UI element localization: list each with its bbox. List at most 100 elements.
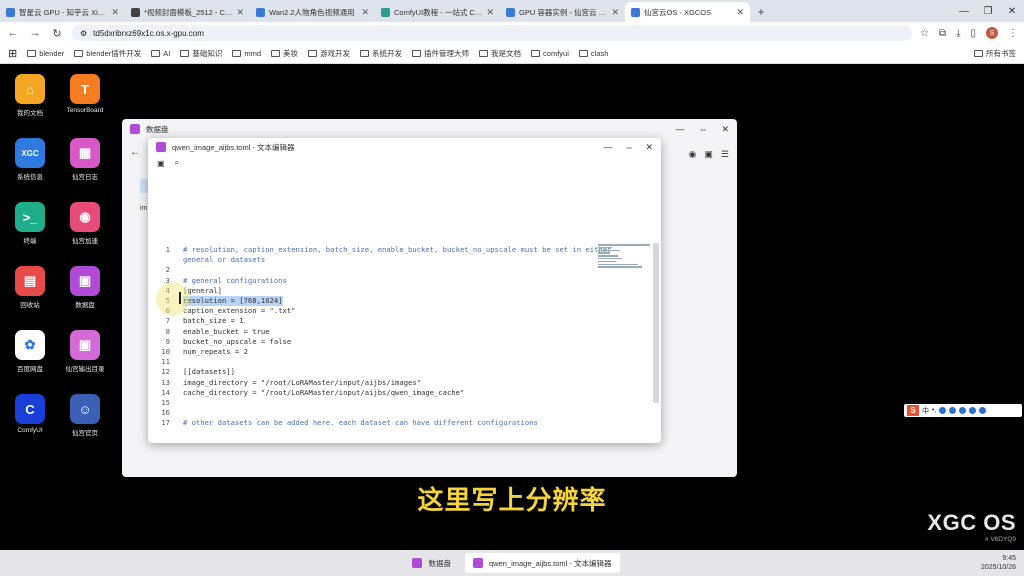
file-icon [156,142,166,152]
reload-icon[interactable]: ↻ [50,27,64,40]
restore-icon[interactable]: ⇔ [698,124,707,135]
minimize-icon[interactable]: — [675,124,684,135]
desktop-icon[interactable]: ▣ 仙宫输出目录 [57,330,113,373]
code-editor[interactable]: 1 # resolution, caption_extension, batch_… [148,178,661,443]
desktop-icon[interactable]: ▦ 仙宫日志 [57,138,113,181]
minimize-icon[interactable]: — [603,142,612,153]
bookmark-folder[interactable]: 我是文档 [479,48,521,59]
desktop-icon[interactable]: ▤ 回收站 [2,266,58,309]
bookmark-folder[interactable]: 插件管理大师 [412,48,469,59]
bookmark-folder[interactable]: 美妆 [271,48,298,59]
ime-skin-icon[interactable] [969,407,977,414]
desktop-icon[interactable]: XGC 系统信息 [2,138,58,181]
code-line[interactable]: 14 cache_directory = "/root/LoRAMaster/in… [148,388,464,398]
camera-icon[interactable]: ◉ [689,149,697,160]
desktop-icon[interactable]: T TensorBoard [57,74,113,114]
code-line[interactable]: 15 [148,398,183,408]
taskbar-item[interactable]: qwen_image_aijbs.toml - 文本编辑器 [464,553,620,573]
browser-tab[interactable]: 智星云 GPU - 知乎云 Xiangong ✕ [0,2,125,22]
apps-icon[interactable]: ⊞ [8,47,17,60]
new-tab-button[interactable]: + [750,2,772,22]
ime-mode[interactable]: 中 [922,406,929,416]
tab-close-icon[interactable]: ✕ [486,7,494,18]
desktop-icon[interactable]: ◉ 仙宫加速 [57,202,113,245]
back-icon[interactable]: ← [6,27,20,39]
restore-icon[interactable]: ⇔ [624,142,633,153]
site-info-icon[interactable]: ⚙ [80,29,87,38]
code-line[interactable]: 10 num_repeats = 2 [148,347,248,357]
bookmark-star-icon[interactable]: ☆ [920,28,929,39]
tab-close-icon[interactable]: ✕ [111,7,119,18]
ime-emoji-icon[interactable] [939,407,947,414]
url-field[interactable]: ⚙ td5dxribrxz69x1c.os.x-gpu.com [72,25,912,41]
taskbar-item[interactable]: 数据盘 [404,553,459,573]
bookmark-folder[interactable]: 游戏开发 [308,48,350,59]
sidebar-selection[interactable] [140,179,148,193]
back-icon[interactable]: ← [130,147,140,158]
code-line[interactable]: 16 [148,408,183,418]
code-line[interactable]: 12 [[datasets]] [148,367,235,377]
browser-tab[interactable]: GPU 容器实例 - 仙宫云 Xiang ✕ [500,2,625,22]
tab-close-icon[interactable]: ✕ [236,7,244,18]
code-line[interactable]: 1 # resolution, caption_extension, batch_… [148,245,612,255]
desktop-icon[interactable]: ✿ 百度网盘 [2,330,58,373]
bookmark-label: 系统开发 [372,49,403,58]
sidebar-icon[interactable]: ▯ [970,28,976,39]
desktop-icon[interactable]: ⌂ 我的文档 [2,74,58,117]
code-line[interactable]: 7 batch_size = 1 [148,316,244,326]
bookmark-folder[interactable]: AI [151,49,170,58]
image-icon[interactable]: ▣ [704,149,713,160]
system-clock[interactable]: 9:45 2025/10/26 [981,554,1016,572]
minimap[interactable] [598,244,656,268]
bookmark-folder[interactable]: mmd [232,49,261,58]
close-icon[interactable]: ✕ [1000,0,1024,22]
code-line[interactable]: 8 enable_bucket = true [148,327,270,337]
search-icon[interactable]: ⌕ [175,158,179,168]
browser-tab[interactable]: *视频封面模板_2512 - Comfy ✕ [125,2,250,22]
download-icon[interactable]: ⤓ [956,28,960,39]
profile-avatar[interactable]: S [986,27,998,39]
browser-tab[interactable]: ComfyUI教程 - 一站式 Com ✕ [375,2,500,22]
bookmark-folder[interactable]: blender插件开发 [74,48,141,59]
ime-keyboard-icon[interactable] [959,407,967,414]
tab-favicon-icon [506,7,515,17]
bookmark-folder[interactable]: clash [578,49,608,58]
extensions-icon[interactable]: ⧉ [939,28,946,39]
minimize-icon[interactable]: — [952,0,976,22]
code-line[interactable]: 9 bucket_no_upscale = false [148,337,292,347]
forward-icon[interactable]: → [28,27,42,39]
list-view-icon[interactable]: ☰ [721,149,729,160]
desktop-icon[interactable]: C ComfyUI [2,394,58,434]
ime-punct-icon[interactable]: •, [932,407,936,414]
tab-close-icon[interactable]: ✕ [361,7,369,18]
bookmark-folder[interactable]: comfyui [531,49,569,58]
ime-voice-icon[interactable] [949,407,957,414]
bookmark-folder[interactable]: blender [27,49,64,58]
maximize-icon[interactable]: ❐ [976,0,1000,22]
close-icon[interactable]: ✕ [645,142,653,153]
save-icon[interactable]: ▣ [157,159,165,168]
menu-icon[interactable]: ⋮ [1008,28,1018,39]
code-line[interactable]: general or datasets [148,255,265,265]
desktop-icon[interactable]: ☺ 仙宫官页 [57,394,113,437]
code-line[interactable]: 11 [148,357,183,367]
app-icon: ▤ [15,266,45,296]
browser-tab[interactable]: 仙宫云OS - XGCOS ✕ [625,2,750,22]
tab-close-icon[interactable]: ✕ [611,7,619,18]
browser-tab[interactable]: Wan2.2人物角色视频通用 ✕ [250,2,375,22]
desktop-icon[interactable]: ▣ 数据盘 [57,266,113,309]
desktop-icon[interactable]: >_ 终端 [2,202,58,245]
tab-close-icon[interactable]: ✕ [736,7,744,18]
sidebar-label[interactable]: im [140,205,147,212]
sogou-icon[interactable]: S [907,405,919,416]
ime-toolbar[interactable]: S 中 •, [904,404,1022,417]
code-line[interactable]: 2 [148,265,183,275]
ime-settings-icon[interactable] [979,407,987,414]
bookmark-folder[interactable]: 系统开发 [360,48,402,59]
bookmark-folder[interactable]: 基础知识 [180,48,222,59]
all-bookmarks[interactable]: 所有书签 [974,48,1016,59]
scrollbar[interactable] [653,243,659,403]
code-line[interactable]: 13 image_directory = "/root/LoRAMaster/in… [148,378,421,388]
code-line[interactable]: 17 # other datasets can be added here. ea… [148,418,538,428]
close-icon[interactable]: ✕ [721,124,729,135]
